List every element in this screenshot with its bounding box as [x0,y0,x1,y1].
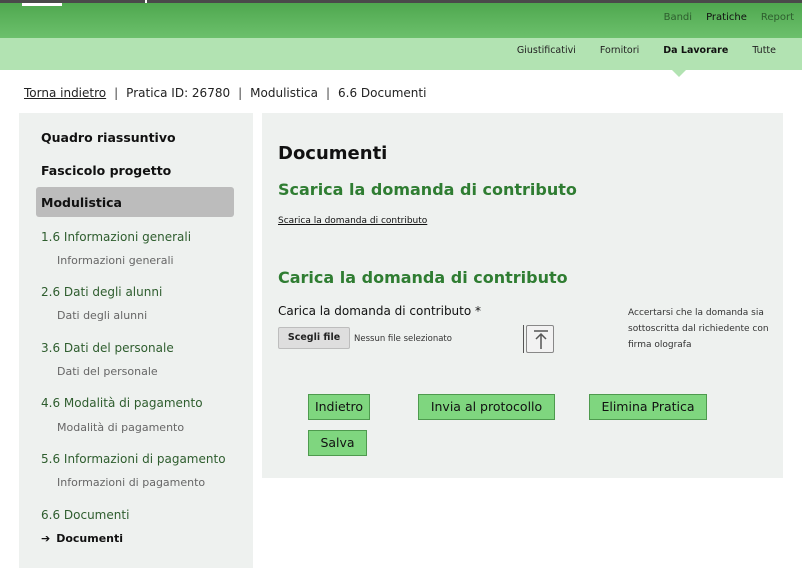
sub-nav-giustificativi[interactable]: Giustificativi [517,45,576,56]
send-protocol-button[interactable]: Invia al protocollo [418,394,555,420]
sidebar-section-6[interactable]: 6.6 Documenti [41,508,129,522]
sidebar-section-2[interactable]: 2.6 Dati degli alunni [41,285,162,299]
sidebar-section-5[interactable]: 5.6 Informazioni di pagamento [41,452,226,466]
sidebar: Quadro riassuntivo Fascicolo progetto Mo… [19,113,253,568]
sidebar-current-label: Documenti [56,532,124,545]
top-nav-pratiche[interactable]: Pratiche [706,12,747,23]
sub-nav-da-lavorare[interactable]: Da Lavorare [663,45,728,56]
sub-nav: Giustificativi Fornitori Da Lavorare Tut… [493,45,776,56]
sidebar-section-3[interactable]: 3.6 Dati del personale [41,341,174,355]
top-header: Bandi Pratiche Report [0,0,802,38]
sidebar-item-fascicolo[interactable]: Fascicolo progetto [41,163,171,178]
sidebar-section-1[interactable]: 1.6 Informazioni generali [41,230,191,244]
top-nav-bandi[interactable]: Bandi [664,12,692,23]
main-panel: Documenti Scarica la domanda di contribu… [262,113,783,478]
sidebar-subitem-1[interactable]: Informazioni generali [57,254,174,267]
page-title: Documenti [278,143,388,164]
sidebar-current-item[interactable]: ➔ Documenti [41,532,123,545]
back-button[interactable]: Indietro [308,394,370,420]
delete-pratica-button[interactable]: Elimina Pratica [589,394,707,420]
sub-nav-tutte[interactable]: Tutte [752,45,776,56]
breadcrumb-separator: | [325,86,331,100]
sidebar-subitem-5[interactable]: Informazioni di pagamento [57,476,205,489]
save-button[interactable]: Salva [308,430,367,456]
sub-nav-fornitori[interactable]: Fornitori [600,45,639,56]
download-heading: Scarica la domanda di contributo [278,180,577,199]
choose-file-button[interactable]: Scegli file [278,327,350,349]
upload-icon [534,330,548,349]
breadcrumb-separator: | [114,86,119,100]
active-tab-indicator [671,69,687,77]
sidebar-subitem-2[interactable]: Dati degli alunni [57,309,147,322]
upload-field-label: Carica la domanda di contributo * [278,304,482,318]
sidebar-subitem-3[interactable]: Dati del personale [57,365,158,378]
sidebar-item-modulistica[interactable]: Modulistica [36,187,234,217]
upload-button[interactable] [526,325,554,353]
top-nav-report[interactable]: Report [761,12,794,23]
logo-strip [22,3,62,6]
top-nav: Bandi Pratiche Report [664,12,794,23]
breadcrumb-pratica: Pratica ID: 26780 [126,86,231,100]
breadcrumb: Torna indietro | Pratica ID: 26780 | Mod… [24,86,426,100]
sidebar-subitem-4[interactable]: Modalità di pagamento [57,421,184,434]
signature-note: Accertarsi che la domanda sia sottoscrit… [628,308,769,350]
file-status-text: Nessun file selezionato [354,334,452,344]
upload-divider [523,325,524,353]
logo-tick [145,0,147,3]
sub-header: Giustificativi Fornitori Da Lavorare Tut… [0,38,802,70]
sidebar-item-quadro[interactable]: Quadro riassuntivo [41,130,176,145]
download-link[interactable]: Scarica la domanda di contributo [278,216,427,226]
back-link[interactable]: Torna indietro [24,86,106,100]
breadcrumb-modulistica: Modulistica [250,86,318,100]
sidebar-section-4[interactable]: 4.6 Modalità di pagamento [41,396,203,410]
arrow-right-icon: ➔ [41,532,51,545]
upload-heading: Carica la domanda di contributo [278,268,568,287]
breadcrumb-current: 6.6 Documenti [338,86,427,100]
breadcrumb-separator: | [238,86,243,100]
